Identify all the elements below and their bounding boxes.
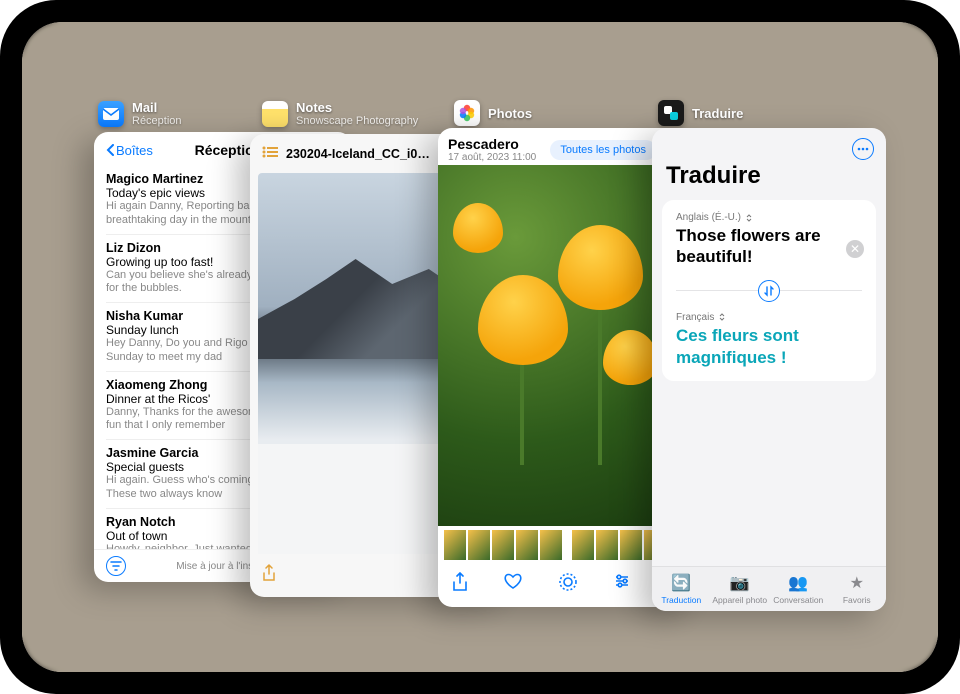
translated-text: Ces fleurs sont magnifiques ! <box>676 325 862 369</box>
translate-tab-icon: 🔄 <box>652 573 711 593</box>
swap-languages-button[interactable] <box>758 280 780 302</box>
people-icon: 👥 <box>769 573 828 593</box>
adjust-icon[interactable] <box>613 572 631 597</box>
translate-more-button[interactable] <box>852 138 874 160</box>
camera-icon: 📷 <box>711 573 770 593</box>
translate-tab-bar: 🔄Traduction 📷Appareil photo 👥Conversatio… <box>652 566 886 611</box>
mail-back-label: Boîtes <box>116 143 153 158</box>
thumbnail[interactable] <box>444 530 466 560</box>
photo-date: 17 août, 2023 11:00 <box>448 152 542 163</box>
mail-filter-button[interactable] <box>106 556 126 576</box>
thumbnail[interactable] <box>540 530 562 560</box>
share-icon[interactable] <box>452 572 468 597</box>
ellipsis-icon <box>857 147 869 151</box>
tab-camera[interactable]: 📷Appareil photo <box>711 567 770 611</box>
notes-app-name: Notes <box>296 100 332 115</box>
translate-title: Traduire <box>652 162 886 200</box>
ipad-screen: Mail Réception Notes Snowscape Photograp… <box>22 22 938 672</box>
thumbnail[interactable] <box>620 530 642 560</box>
thumbnail[interactable] <box>516 530 538 560</box>
filter-icon <box>110 560 122 572</box>
mail-app-icon <box>98 101 124 127</box>
tab-favorites[interactable]: ★Favoris <box>828 567 887 611</box>
favorite-icon[interactable] <box>503 572 523 597</box>
all-photos-button[interactable]: Toutes les photos <box>550 140 656 160</box>
photos-app-name: Photos <box>488 106 532 121</box>
note-document-title[interactable]: 230204-Iceland_CC_i0… <box>286 147 452 161</box>
chevron-updown-icon <box>745 214 753 222</box>
notes-app-icon <box>262 101 288 127</box>
photo-album-title: Pescadero <box>448 136 542 152</box>
mail-app-name: Mail <box>132 100 157 115</box>
info-icon[interactable] <box>558 572 578 597</box>
thumbnail[interactable] <box>492 530 514 560</box>
source-text[interactable]: Those flowers are beautiful! <box>676 225 862 268</box>
target-language-selector[interactable]: Français <box>676 312 862 323</box>
switcher-label-notes: Notes Snowscape Photography <box>262 100 418 127</box>
tab-translation[interactable]: 🔄Traduction <box>652 567 711 611</box>
source-language-selector[interactable]: Anglais (É.-U.) <box>676 212 862 223</box>
ipad-frame: Mail Réception Notes Snowscape Photograp… <box>0 0 960 694</box>
translate-app-icon <box>658 100 684 126</box>
clear-text-button[interactable]: ✕ <box>846 240 864 258</box>
notes-app-subtitle: Snowscape Photography <box>296 115 418 127</box>
thumbnail[interactable] <box>596 530 618 560</box>
switcher-label-photos: Photos <box>454 100 532 126</box>
photos-app-icon <box>454 100 480 126</box>
chevron-updown-icon <box>718 313 726 321</box>
translate-app-name: Traduire <box>692 106 743 121</box>
tab-conversation[interactable]: 👥Conversation <box>769 567 828 611</box>
thumbnail[interactable] <box>572 530 594 560</box>
mail-back-button[interactable]: Boîtes <box>106 143 153 158</box>
swap-icon <box>763 285 775 297</box>
switcher-label-mail: Mail Réception <box>98 100 182 127</box>
mail-app-subtitle: Réception <box>132 115 182 127</box>
app-card-translate[interactable]: Traduire Anglais (É.-U.) Those flowers a… <box>652 128 886 611</box>
chevron-left-icon <box>106 144 114 156</box>
notes-list-icon[interactable] <box>262 146 278 161</box>
switcher-label-translate: Traduire <box>658 100 743 126</box>
translate-card-box: Anglais (É.-U.) Those flowers are beauti… <box>662 200 876 381</box>
share-icon[interactable] <box>262 564 276 587</box>
thumbnail[interactable] <box>468 530 490 560</box>
star-icon: ★ <box>828 573 887 593</box>
